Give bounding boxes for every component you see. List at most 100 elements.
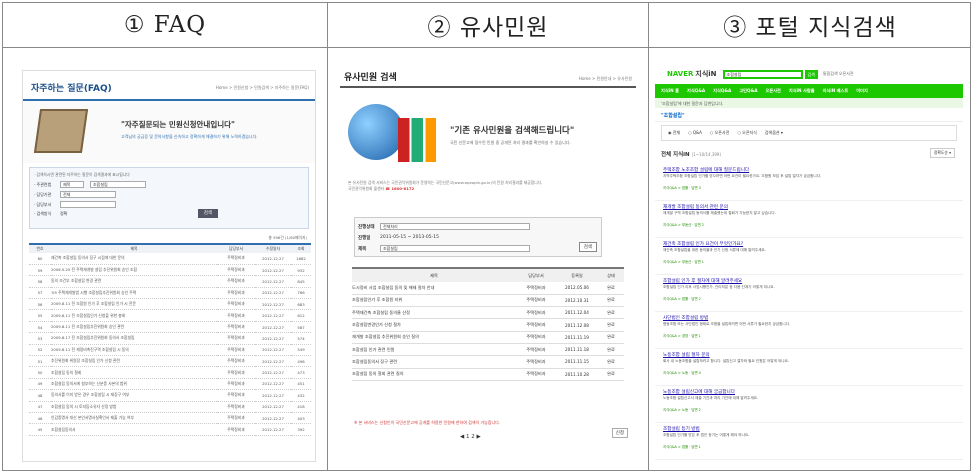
table-cell[interactable]: 2009.8.11 전 조합원 인가 후 조합설립 인가 시 전문 [51,298,217,311]
table-row[interactable]: 57'05 주택재개발법 시행 조합설립추진위원회 승인 주택 주택정비과 2012… [29,287,311,300]
table-cell[interactable]: 조합설립 인가 관련 민원 [352,343,516,357]
menu-item[interactable]: 지식iN 사람들 [789,88,815,94]
table-cell[interactable]: 재건축 조합설립 동의서 징구 시점에 대한 문의 [51,253,217,265]
table-cell[interactable]: 조합설립동의서 징구 관련 [352,355,516,369]
date-range[interactable]: 2011-05-15 ~ 2013-05-15 [380,235,439,240]
result-meta[interactable]: 지식Q&A > 법률 · 답변 2 [663,296,955,301]
table-cell[interactable]: 인감증명서 대신 본인서명사실확인서 제출 가능 여부 [51,412,217,425]
breadcrumb[interactable]: Home > 민원안내 > 유사민원 [579,76,632,82]
table-row[interactable]: 58 동의 조건부 조합설립 변경 관련 주택정비과 2012.12.27 845 [29,275,311,288]
result-meta[interactable]: 지식Q&A > 노동 · 답변 4 [663,370,955,375]
naver-logo[interactable]: NAVER [667,70,693,78]
table-cell: 549 [291,344,311,357]
filter-option[interactable]: ○ 오픈사전 [710,130,729,136]
result-meta[interactable]: 지식Q&A > 법률 · 답변 1 [663,444,955,449]
result-title[interactable]: 재개발 조합설립 동의서 관련 문의 [663,204,955,210]
radio-exact[interactable]: 정확 [60,211,67,217]
table-row[interactable]: 48 동의서를 이미 받은 경우 조합설립 시 재징구 여부 주택정비과 2012.1… [29,389,311,402]
breadcrumb[interactable]: Home > 민원신청 > 민원검색 > 자주하는 질문(FAQ) [216,85,309,91]
kin-logo[interactable]: 지식iN [695,69,716,79]
pagination[interactable]: ◀ 1 2 ▶ [460,434,481,440]
search-button[interactable]: 검색 [197,209,218,218]
table-row[interactable]: 60 재건축 조합설립 동의서 징구 시점에 대한 문의 주택정비과 2012.12.… [29,253,311,265]
search-button[interactable]: 검색 [578,242,597,252]
result-meta[interactable]: 지식Q&A > 법률 · 답변 3 [663,185,955,190]
table-row[interactable]: 52 2009.8.11 전 재정비촉진구역 조합설립 시 동의 주택정비과 2012… [29,344,311,357]
table-row[interactable]: 주택재건축 조합설립 동의율 산정 주택정비과 2011.12.04 완료 [352,306,624,320]
menu-item[interactable]: 지식iN 베스트 [823,88,849,94]
table-row[interactable]: 53 2009.8.17 전 조합설립추진위원회 동의서 조합설립 주택정비과 201… [29,332,311,345]
table-row[interactable]: 46 인감증명서 대신 본인서명사실확인서 제출 가능 여부 주택정비과 2012.1… [29,412,311,425]
table-cell: 587 [291,321,311,334]
table-cell[interactable]: 조합설립 동의 철회 관련 질의 [352,368,516,381]
search-type-select[interactable]: 제목 [60,181,84,188]
table-row[interactable]: 재개발 조합설립 추진위원회 승인 질의 주택정비과 2011.11.19 완료 [352,331,624,344]
table-row[interactable]: 59 2006.5.25 전 주택재개발 설립 추진위원회 승인 조합 주택정비과 2… [29,264,311,277]
table-cell[interactable]: 동의서를 이미 받은 경우 조합설립 시 재징구 여부 [51,389,217,402]
result-title[interactable]: 사단법인 조합설립 방법 [663,315,955,321]
table-row[interactable]: 50 조합설립 동의 철회 주택정비과 2012.12.27 473 [29,366,311,379]
table-cell[interactable]: 주택재건축 조합설립 동의율 산정 [352,306,516,320]
table-cell[interactable]: 조합설립동의서 [51,423,217,436]
table-row[interactable]: 조합설립인가 후 조합원 지위 주택정비과 2012.10.31 완료 [352,294,624,308]
table-cell[interactable]: 조합설립 동의 철회 [51,366,217,379]
table-cell[interactable]: 재개발 조합설립 추진위원회 승인 질의 [352,331,516,344]
table-cell[interactable]: 동의 조건부 조합설립 변경 관련 [51,275,217,288]
result-title[interactable]: 노동조합 설립신고에 대해 궁금합니다 [663,389,955,395]
table-cell[interactable]: 도시정비 사업 조합설립 동의 및 해제 절차 안내 [352,282,516,295]
result-title[interactable]: 노동조합 설립 절차 문의 [663,352,955,358]
result-title[interactable]: 주택조합 노조조합 설립에 대해 질문드립니다 [663,167,955,173]
result-meta[interactable]: 지식Q&A > 경영 · 답변 1 [663,333,955,338]
apply-button[interactable]: 신청 [611,428,628,438]
result-meta[interactable]: 지식Q&A > 부동산 · 답변 1 [663,259,955,264]
department-select[interactable] [60,201,116,208]
table-row[interactable]: 56 2009.8.11 전 조합원 인가 후 조합설립 인가 시 전문 주택정비과… [29,298,311,311]
table-row[interactable]: 도시정비 사업 조합설립 동의 및 해제 절차 안내 주택정비과 2012.05.0… [352,282,624,295]
status-select[interactable]: 전체처리 [380,223,530,230]
table-cell[interactable]: 2006.5.25 전 주택재개발 설립 추진위원회 승인 조합 [51,264,217,277]
keyword-input[interactable]: 조합설립 [380,245,530,252]
search-input[interactable]: 조합설립 [722,69,803,79]
menu-item[interactable]: 지식iN 홈 [661,88,679,94]
table-row[interactable]: 45 조합설립동의서 주택정비과 2012.12.27 392 [29,423,311,436]
filter-option[interactable]: ○ 오픈지식 [737,130,756,136]
menu-item[interactable]: 지식Q&A [713,88,731,94]
top-links[interactable]: 통합검색 오픈사전 [823,71,854,77]
table-cell[interactable]: 조합설립인가 후 조합원 지위 [352,294,516,308]
filter-option[interactable]: ○ Q&A [688,130,702,136]
agency-select[interactable]: 전체 [60,191,116,198]
result-meta[interactable]: 지식Q&A > 노동 · 답변 2 [663,407,955,412]
result-title[interactable]: 조합설립 등기 방법 [663,426,955,432]
sort-select[interactable]: 정확도순 ▾ [929,148,955,158]
table-row[interactable]: 47 조합설립 동의 시 토지등소유자 산정 방법 주택정비과 2012.12.27 4… [29,401,311,413]
result-meta[interactable]: 지식Q&A > 부동산 · 답변 2 [663,222,955,227]
search-button[interactable]: 검색 [804,69,818,79]
table-cell[interactable]: 2009.8.11 전 조합설립인가 신청을 위한 총회 [51,309,217,322]
menu-item[interactable]: 오픈사전 [765,88,780,94]
menu-item[interactable]: 고민Q&A [739,88,757,94]
table-cell[interactable]: '05 주택재개발법 시행 조합설립추진위원회 승인 주택 [51,287,217,300]
table-row[interactable]: 54 2009.8.11 전 조합설립추진위원회 승인 관련 주택정비과 2012.1… [29,321,311,334]
filter-option[interactable]: 검색옵션 ▾ [765,130,783,136]
result-title[interactable]: 재건축 조합설립 인가 요건이 무엇인가요? [663,241,955,247]
table-row[interactable]: 조합설립 동의 철회 관련 질의 주택정비과 2011.10.28 완료 [352,368,624,381]
table-cell[interactable]: 조합설립 동의서에 첨부하는 신분증 사본의 범위 [51,378,217,391]
table-cell[interactable]: 2009.8.11 전 재정비촉진구역 조합설립 시 동의 [51,344,217,357]
filter-option[interactable]: ◉ 전체 [668,130,680,136]
result-title[interactable]: 조합설립 인가 후 절차에 대해 알려주세요 [663,278,955,284]
table-cell[interactable]: 조합설립 동의 시 토지등소유자 산정 방법 [51,401,217,413]
table-cell[interactable]: 조합설립변경인가 신청 절차 [352,318,516,332]
page-title: 자주하는 질문(FAQ) [31,84,112,94]
search-input[interactable]: 조합설립 [90,181,146,188]
table-cell[interactable]: 추진위원회 위원장 조합설립 인가 신청 관련 [51,355,217,368]
menu-item[interactable]: 이미지 [856,88,868,94]
table-row[interactable]: 조합설립 인가 관련 민원 주택정비과 2011.11.18 완료 [352,343,624,357]
table-row[interactable]: 51 추진위원회 위원장 조합설립 인가 신청 관련 주택정비과 2012.12.27… [29,355,311,368]
table-cell[interactable]: 2009.8.11 전 조합설립추진위원회 승인 관련 [51,321,217,334]
table-cell[interactable]: 2009.8.17 전 조합설립추진위원회 동의서 조합설립 [51,332,217,345]
table-row[interactable]: 49 조합설립 동의서에 첨부하는 신분증 사본의 범위 주택정비과 2012.12.… [29,378,311,391]
menu-item[interactable]: 지식Q&A [687,88,705,94]
table-row[interactable]: 조합설립변경인가 신청 절차 주택정비과 2011.12.08 완료 [352,318,624,332]
table-row[interactable]: 조합설립동의서 징구 관련 주택정비과 2011.11.15 완료 [352,355,624,369]
table-row[interactable]: 55 2009.8.11 전 조합설립인가 신청을 위한 총회 주택정비과 2012.… [29,309,311,322]
